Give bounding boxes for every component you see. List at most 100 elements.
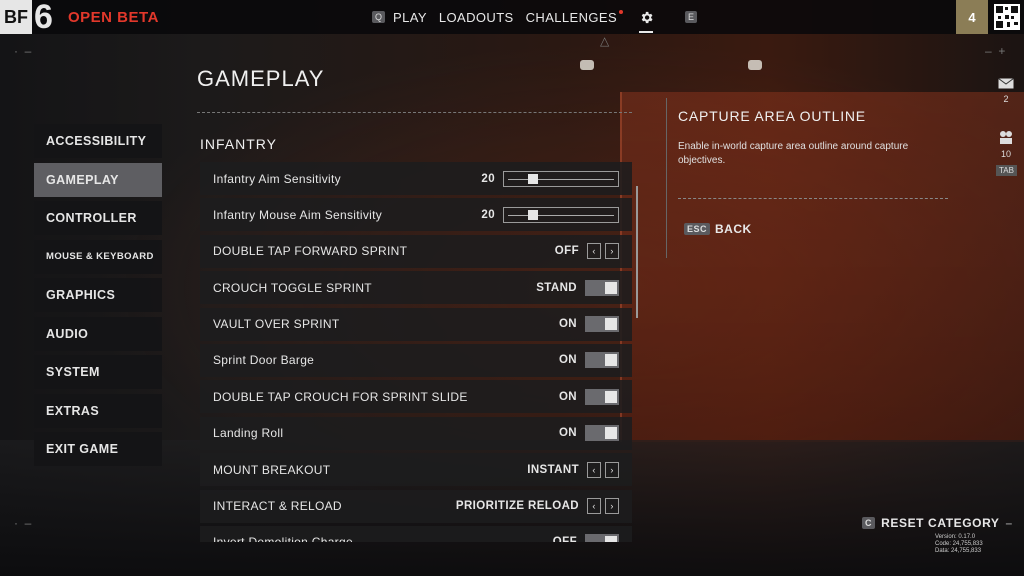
toggle-knob: [605, 390, 617, 403]
data-line: Data: 24,755,833: [935, 548, 982, 554]
back-label: BACK: [715, 222, 752, 236]
sidebar-item-exit-game[interactable]: EXIT GAME: [34, 432, 162, 466]
nav-left-key: Q: [372, 11, 386, 23]
back-key: ESC: [684, 223, 711, 235]
slider-handle[interactable]: [527, 209, 538, 220]
setting-row[interactable]: Landing Roll ON: [200, 416, 632, 450]
setting-row[interactable]: MOUNT BREAKOUT INSTANT ‹ ›: [200, 453, 632, 487]
toggle-knob: [605, 318, 617, 331]
back-button[interactable]: ESC BACK: [684, 222, 752, 236]
corner-mark: – +: [985, 44, 1006, 58]
setting-row[interactable]: VAULT OVER SPRINT ON: [200, 307, 632, 341]
info-panel-edge: [666, 98, 667, 258]
setting-value: OFF: [553, 536, 577, 542]
sidebar-item-extras[interactable]: EXTRAS: [34, 393, 162, 428]
setting-toggle[interactable]: [585, 388, 619, 405]
chevron-left-icon[interactable]: ‹: [587, 243, 601, 260]
reset-category-button[interactable]: C RESET CATEGORY –: [862, 516, 1013, 530]
setting-label: Landing Roll: [213, 426, 284, 441]
setting-row[interactable]: Infantry Aim Sensitivity 20: [200, 162, 632, 195]
toggle-knob: [605, 281, 617, 294]
sidebar-item-controller[interactable]: CONTROLLER: [34, 201, 162, 235]
main-nav: Q PLAY LOADOUTS CHALLENGES E: [372, 0, 698, 34]
setting-label: INTERACT & RELOAD: [213, 499, 342, 514]
setting-value: INSTANT: [527, 463, 579, 476]
sidebar-item-audio[interactable]: AUDIO: [34, 316, 162, 351]
setting-slider[interactable]: [503, 170, 619, 187]
setting-arrows: ‹ ›: [587, 461, 619, 478]
sidebar-item-mouse-keyboard[interactable]: MOUSE & KEYBOARD: [34, 239, 162, 274]
notification-dot: [619, 9, 624, 14]
sidebar-item-system[interactable]: SYSTEM: [34, 355, 162, 389]
setting-control: OFF ‹ ›: [554, 243, 619, 260]
sidebar-item-graphics[interactable]: GRAPHICS: [34, 278, 162, 312]
info-divider: [678, 198, 948, 199]
player-avatar[interactable]: [994, 4, 1020, 30]
nav-settings[interactable]: [637, 0, 655, 34]
setting-label: DOUBLE TAP CROUCH FOR SPRINT SLIDE: [213, 389, 468, 404]
chevron-right-icon[interactable]: ›: [605, 498, 619, 515]
chevron-right-icon[interactable]: ›: [605, 461, 619, 478]
friends-count: 10: [1000, 149, 1011, 159]
setting-arrows: ‹ ›: [587, 243, 619, 260]
slider-handle[interactable]: [527, 173, 538, 184]
settings-sidebar: ACCESSIBILITY GAMEPLAY CONTROLLER MOUSE …: [34, 124, 162, 471]
nav-challenges[interactable]: CHALLENGES: [526, 9, 624, 25]
active-tab-indicator: [639, 31, 654, 33]
setting-control: ON: [558, 352, 619, 369]
setting-row[interactable]: Infantry Mouse Aim Sensitivity 20: [200, 198, 632, 232]
setting-label: Infantry Mouse Aim Sensitivity: [213, 207, 383, 222]
setting-row[interactable]: DOUBLE TAP CROUCH FOR SPRINT SLIDE ON: [200, 380, 632, 414]
chevron-right-icon[interactable]: ›: [605, 243, 619, 260]
sidebar-item-gameplay[interactable]: GAMEPLAY: [34, 162, 162, 197]
setting-row[interactable]: Invert Demolition Charge OFF: [200, 525, 632, 542]
inbox-count: 2: [1003, 94, 1009, 104]
setting-row[interactable]: INTERACT & RELOAD PRIORITIZE RELOAD ‹ ›: [200, 489, 632, 523]
setting-value: STAND: [536, 281, 577, 294]
sidebar-item-accessibility[interactable]: ACCESSIBILITY: [34, 124, 162, 158]
page-title: GAMEPLAY: [197, 66, 325, 91]
setting-toggle[interactable]: [585, 425, 619, 442]
setting-control: 20: [481, 206, 619, 223]
code-line: Code: 24,755,833: [935, 541, 983, 547]
setting-control: ON: [559, 316, 619, 333]
background-light: [580, 60, 594, 70]
gear-icon: [641, 11, 653, 23]
friends-button[interactable]: 10: [996, 130, 1016, 159]
nav-play[interactable]: PLAY: [393, 10, 427, 25]
corner-mark: –: [1005, 516, 1013, 530]
setting-slider[interactable]: [503, 206, 619, 223]
inbox-button[interactable]: 2: [997, 78, 1015, 104]
setting-label: Sprint Door Barge: [213, 353, 315, 368]
nav-right-key: E: [685, 11, 698, 23]
corner-mark: · –: [14, 516, 32, 530]
setting-control: INSTANT ‹ ›: [527, 461, 619, 478]
setting-arrows: ‹ ›: [587, 498, 619, 515]
toggle-knob: [605, 536, 617, 542]
mail-icon: [998, 78, 1014, 89]
chevron-left-icon[interactable]: ‹: [587, 461, 601, 478]
divider: [197, 112, 632, 113]
toggle-knob: [605, 427, 617, 440]
triangle-indicator-icon: △: [600, 34, 610, 48]
background-light: [748, 60, 762, 70]
setting-toggle[interactable]: [585, 534, 619, 542]
settings-list: Infantry Aim Sensitivity 20 Infantry Mouse…: [200, 162, 632, 542]
setting-toggle[interactable]: [585, 279, 619, 296]
setting-row[interactable]: CROUCH TOGGLE SPRINT STAND: [200, 271, 632, 305]
friends-icon: [1000, 131, 1012, 144]
setting-value: OFF: [554, 245, 579, 258]
chevron-left-icon[interactable]: ‹: [587, 498, 601, 515]
setting-control: ON: [559, 388, 619, 405]
setting-toggle[interactable]: [585, 316, 619, 333]
nav-loadouts[interactable]: LOADOUTS: [439, 10, 514, 25]
setting-value: ON: [558, 354, 577, 367]
top-bar: BF 6 OPEN BETA Q PLAY LOADOUTS CHALLENGE…: [0, 0, 1024, 34]
setting-control: PRIORITIZE RELOAD ‹ ›: [456, 498, 619, 515]
scrollbar[interactable]: [636, 186, 638, 318]
setting-label: Invert Demolition Charge: [213, 535, 353, 542]
setting-row[interactable]: DOUBLE TAP FORWARD SPRINT OFF ‹ ›: [200, 234, 632, 268]
setting-toggle[interactable]: [585, 352, 619, 369]
setting-row[interactable]: Sprint Door Barge ON: [200, 343, 632, 377]
player-level-badge[interactable]: 4: [956, 0, 988, 34]
